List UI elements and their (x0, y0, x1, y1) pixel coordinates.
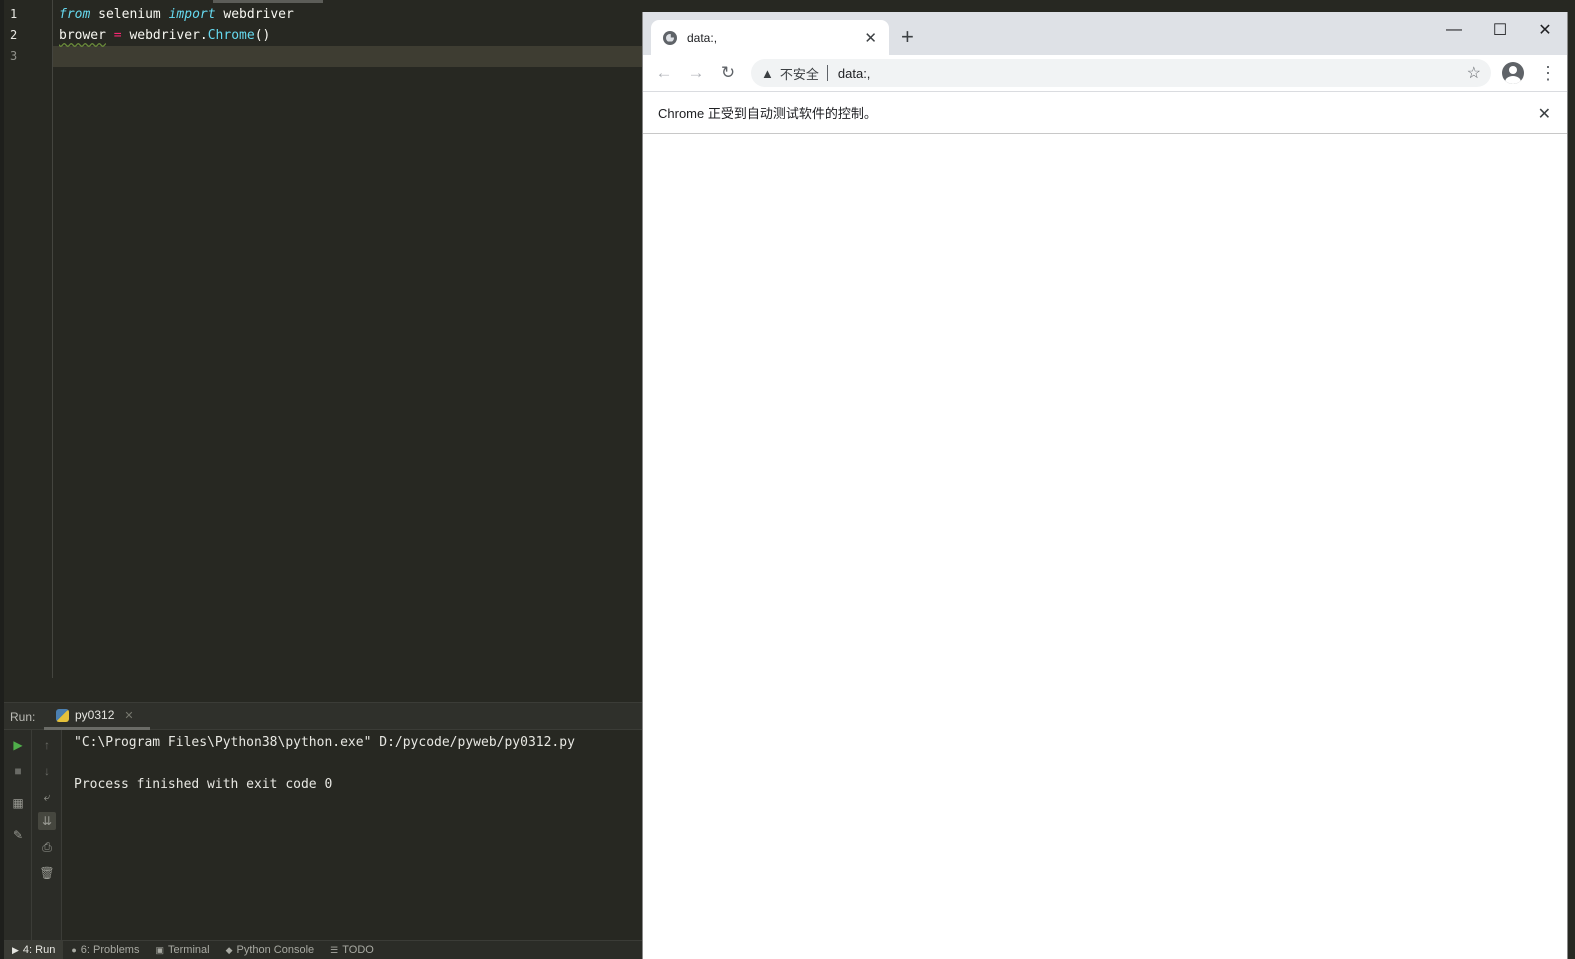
more-menu-icon[interactable]: ⋮ (1539, 63, 1557, 84)
code-line[interactable]: brower = webdriver.Chrome() (59, 25, 642, 46)
layout-icon[interactable]: ▦ (9, 794, 27, 812)
variable-name: brower (59, 28, 106, 43)
tool-tab-label: 6: Problems (80, 944, 140, 956)
function-name: Chrome (207, 28, 255, 43)
rerun-icon[interactable]: ▶ (9, 736, 27, 754)
url-text[interactable]: data:, (838, 66, 871, 81)
keyword: import (168, 7, 216, 22)
tool-tab-todo[interactable]: ☰ TODO (322, 941, 382, 959)
maximize-icon[interactable]: ☐ (1477, 16, 1523, 44)
close-tab-icon[interactable]: ✕ (864, 29, 877, 47)
line-number: 1 (10, 7, 18, 21)
forward-icon[interactable]: → (684, 61, 708, 85)
address-bar[interactable]: ▲ 不安全 data:, ☆ (751, 59, 1491, 87)
tool-tab-problems[interactable]: ● 6: Problems (63, 941, 147, 959)
line-number: 3 (10, 49, 18, 63)
automation-infobar: Chrome 正受到自动测试软件的控制。 ✕ (643, 91, 1567, 134)
module-name: selenium (90, 7, 169, 22)
chrome-window: data:, ✕ + — ☐ ✕ ← → ↻ ▲ 不安全 data:, ☆ ⋮ … (642, 12, 1568, 959)
new-tab-icon[interactable]: + (901, 26, 914, 48)
python-icon: ◆ (225, 944, 233, 955)
play-icon: ▶ (12, 944, 19, 955)
soft-wrap-icon[interactable]: ⤶ (38, 788, 56, 806)
arrow-up-icon[interactable]: ↑ (38, 736, 56, 754)
run-console-output[interactable]: "C:\Program Files\Python38\python.exe" D… (62, 730, 642, 940)
tab-title: data:, (687, 30, 718, 45)
trash-icon[interactable]: 🗑 (38, 864, 56, 882)
run-label: Run: (10, 710, 36, 724)
python-icon (56, 708, 69, 722)
address-separator (826, 65, 828, 81)
tool-tab-python-console[interactable]: ◆ Python Console (218, 941, 323, 959)
console-line: Process finished with exit code 0 (74, 777, 333, 792)
line-gutter: 1 2 3 (4, 0, 53, 678)
bookmark-star-icon[interactable]: ☆ (1467, 63, 1481, 83)
chrome-toolbar: ← → ↻ ▲ 不安全 data:, ☆ ⋮ (643, 55, 1567, 91)
import-name: webdriver (215, 7, 294, 22)
minimize-icon[interactable]: — (1431, 16, 1477, 44)
tool-window-bar: ▶ 4: Run ● 6: Problems ▣ Terminal ◆ Python C… (4, 940, 642, 959)
keyword: from (59, 7, 91, 22)
arrow-down-icon[interactable]: ↓ (38, 762, 56, 780)
globe-icon (663, 30, 677, 45)
call-parens: () (254, 28, 271, 43)
stop-icon[interactable]: ■ (9, 762, 27, 780)
code-line[interactable]: from selenium import webdriver (59, 4, 642, 25)
pin-icon[interactable]: ✎ (9, 826, 27, 844)
tool-tab-label: Terminal (168, 944, 210, 956)
warning-icon[interactable]: ▲ (761, 66, 774, 81)
tool-tab-label: TODO (342, 944, 374, 956)
current-code-line[interactable] (53, 46, 642, 67)
close-icon[interactable]: ✕ (124, 709, 133, 722)
tool-tab-run[interactable]: ▶ 4: Run (4, 940, 64, 959)
close-window-icon[interactable]: ✕ (1522, 16, 1568, 44)
object-name: webdriver. (129, 28, 208, 43)
line-number: 2 (10, 28, 18, 42)
run-config-tab[interactable]: py0312 ✕ (44, 703, 150, 730)
profile-avatar-icon[interactable] (1502, 62, 1524, 84)
scroll-to-end-icon[interactable]: ⇊ (38, 812, 56, 830)
close-infobar-icon[interactable]: ✕ (1538, 104, 1551, 124)
page-content[interactable] (643, 134, 1567, 959)
browser-tab[interactable]: data:, ✕ (651, 20, 889, 55)
console-toolbar: ↑ ↓ ⤶ ⇊ ⎙ 🗑 (32, 730, 62, 940)
run-tab-label: py0312 (75, 708, 115, 722)
info-icon: ● (71, 945, 77, 955)
print-icon[interactable]: ⎙ (38, 838, 56, 856)
editor-footer (4, 678, 642, 703)
terminal-icon: ▣ (155, 944, 164, 955)
reload-icon[interactable]: ↻ (716, 61, 740, 85)
ide-top-strip (642, 0, 1575, 12)
tool-tab-label: 4: Run (22, 944, 56, 956)
code-editor[interactable]: 1 2 3 from selenium import webdriver bro… (4, 0, 642, 678)
code-area[interactable]: from selenium import webdriver brower = … (53, 4, 642, 67)
ide-window: 1 2 3 from selenium import webdriver bro… (0, 0, 642, 959)
infobar-message: Chrome 正受到自动测试软件的控制。 (658, 106, 877, 121)
console-line: "C:\Program Files\Python38\python.exe" D… (74, 735, 575, 750)
chrome-titlebar: data:, ✕ + — ☐ ✕ (643, 12, 1567, 55)
back-icon[interactable]: ← (652, 61, 676, 85)
operator: = (105, 28, 130, 43)
tool-tab-terminal[interactable]: ▣ Terminal (147, 941, 217, 959)
list-icon: ☰ (330, 944, 339, 955)
run-toolbar: ▶ ■ ▦ ✎ (4, 730, 32, 940)
run-panel-header: Run: py0312 ✕ (4, 703, 642, 730)
tool-tab-label: Python Console (236, 944, 315, 956)
security-label[interactable]: 不安全 (780, 64, 819, 83)
